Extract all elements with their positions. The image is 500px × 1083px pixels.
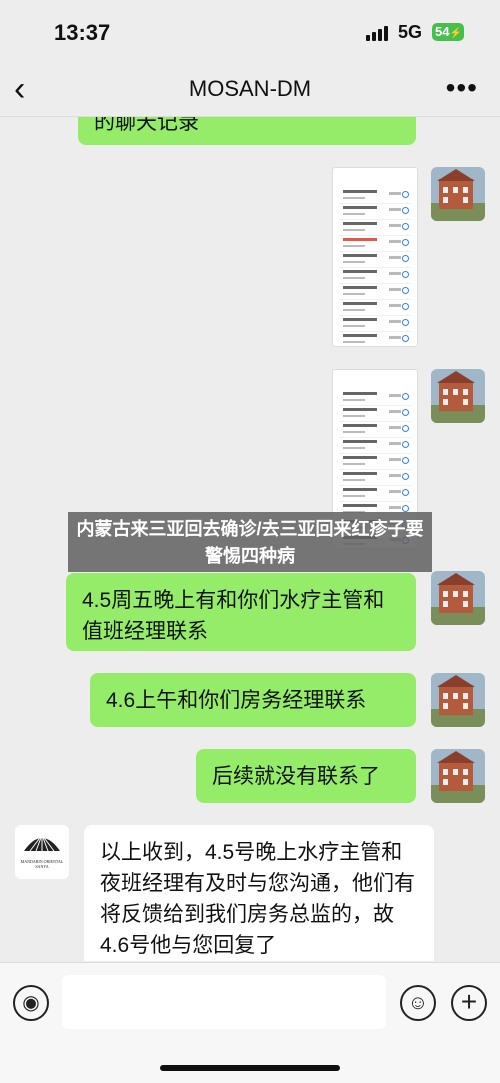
screenshot-header [333,370,417,390]
status-time: 13:37 [54,20,111,45]
message-text: 4.6上午和你们房务经理联系 [106,689,367,712]
screenshot-header [333,168,417,188]
user-avatar[interactable] [431,571,485,625]
message-bubble[interactable]: 以上收到，4.5号晚上水疗主管和夜班经理有及时与您沟通，他们有将反馈给到我们房务… [84,825,434,961]
message-bubble[interactable]: 4.6上午和你们房务经理联系 [90,673,416,727]
emoji-icon[interactable]: ☺ [400,985,436,1021]
network-label: 5G [398,22,423,42]
battery-icon: 54⚡ [432,23,464,41]
message-text: 的聊天记录 [94,117,199,134]
user-avatar[interactable] [431,167,485,221]
fan-logo-icon [24,834,60,852]
chat-header: ‹ MOSAN-DM ••• [0,64,500,117]
status-bar: 13:37 5G 54⚡ [0,0,500,64]
message-bubble[interactable]: 的聊天记录 [78,117,416,145]
caption-overlay: 内蒙古来三亚回去确诊/去三亚回来红疹子要警惕四种病 [68,512,432,572]
home-indicator [160,1065,340,1071]
user-avatar[interactable] [431,369,485,423]
message-text: 4.5周五晚上有和你们水疗主管和值班经理联系 [82,589,385,643]
voice-icon[interactable]: ◉ [13,985,49,1021]
input-bar: ◉ ☺ + [0,962,500,1083]
message-text: 后续就没有联系了 [212,765,380,788]
signal-icon [366,26,388,41]
call-log-screenshot[interactable] [332,167,418,347]
chat-title: MOSAN-DM [188,76,312,101]
battery-level: 54 [435,24,450,39]
user-avatar[interactable] [431,749,485,803]
message-bubble[interactable]: 后续就没有联系了 [196,749,416,803]
plus-icon[interactable]: + [451,985,487,1021]
message-bubble[interactable]: 4.5周五晚上有和你们水疗主管和值班经理联系 [66,573,416,651]
hotel-avatar[interactable]: MANDARIN ORIENTAL SANYA [15,825,69,879]
hotel-logo-city: SANYA [35,864,49,869]
more-icon[interactable]: ••• [446,72,478,104]
message-text: 以上收到，4.5号晚上水疗主管和夜班经理有及时与您沟通，他们有将反馈给到我们房务… [100,841,415,957]
message-input[interactable] [62,975,386,1029]
user-avatar[interactable] [431,673,485,727]
